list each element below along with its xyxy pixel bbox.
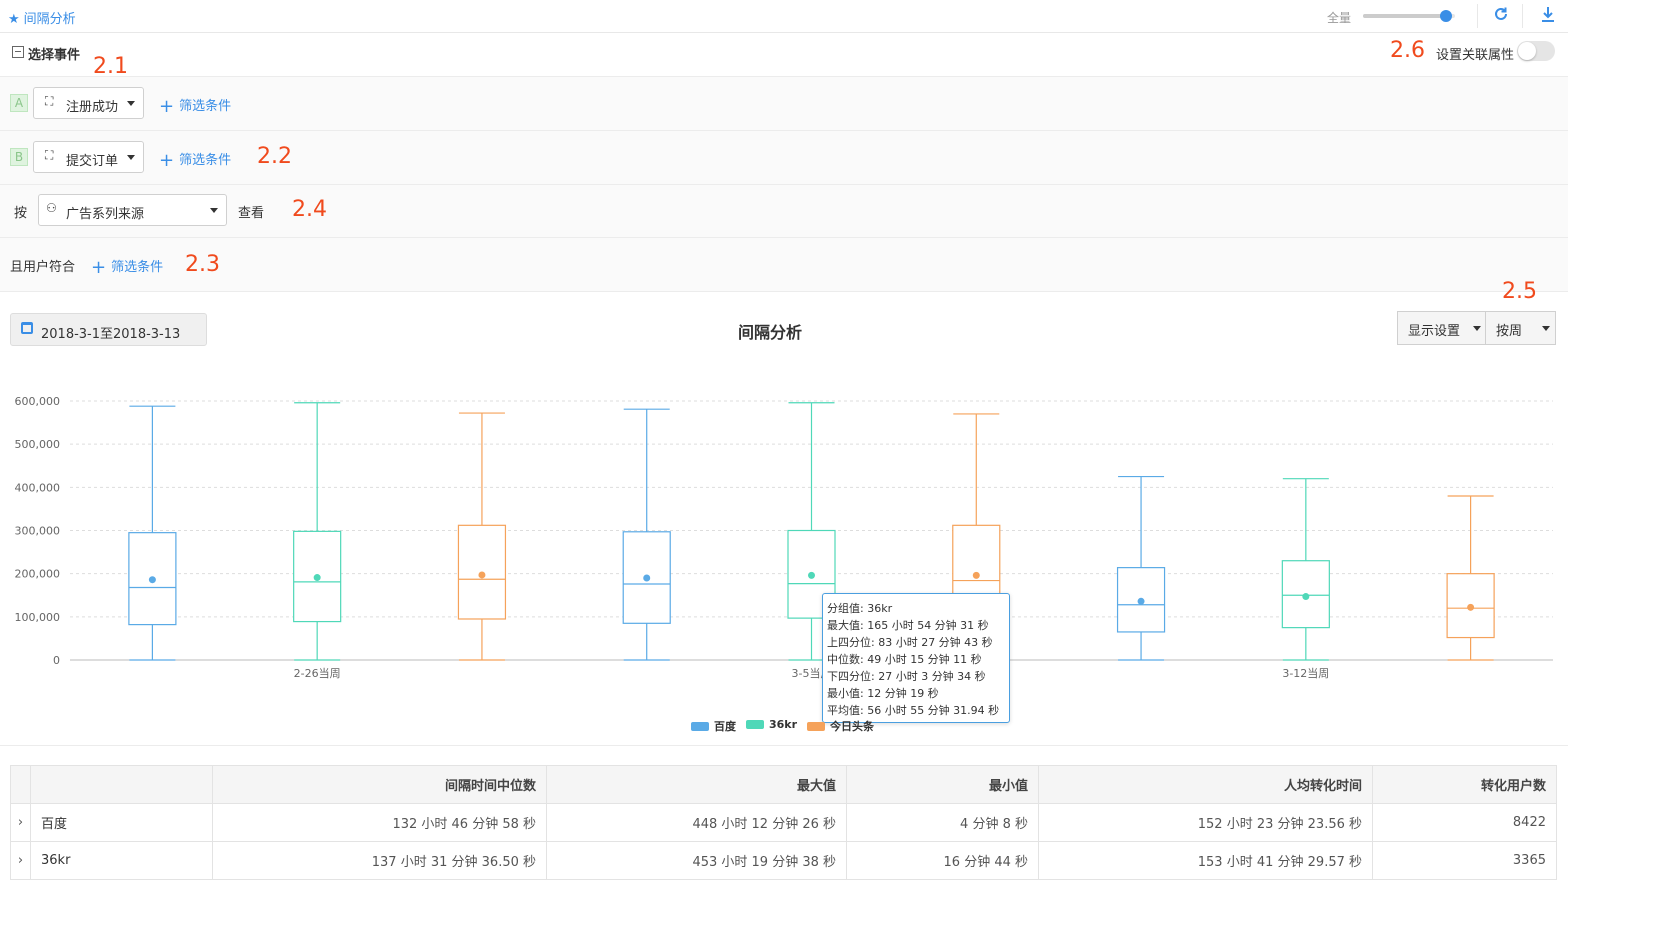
tooltip-line: 上四分位: 83 小时 27 分钟 43 秒 (827, 636, 993, 649)
legend-item-36kr[interactable]: 36kr (746, 718, 797, 731)
box-mean-point (643, 574, 651, 582)
table-header-avg[interactable]: 人均转化时间 (1038, 765, 1373, 804)
y-tick-label: 400,000 (15, 481, 61, 494)
tooltip-line: 下四分位: 27 小时 3 分钟 34 秒 (827, 670, 986, 683)
box-mean-point (478, 571, 486, 579)
legend-swatch (746, 720, 764, 729)
table-cell-max: 448 小时 12 分钟 26 秒 (546, 803, 847, 842)
y-tick-label: 300,000 (15, 525, 61, 538)
box-mean-point (313, 574, 321, 582)
table-header-expand (10, 765, 31, 804)
legend-item-baidu[interactable]: 百度 (691, 718, 736, 734)
legend-item-toutiao[interactable]: 今日头条 (807, 718, 874, 734)
y-tick-label: 200,000 (15, 568, 61, 581)
table-cell-min: 4 分钟 8 秒 (846, 803, 1039, 842)
chart-tooltip: 分组值: 36kr 最大值: 165 小时 54 分钟 31 秒上四分位: 83 … (822, 593, 1010, 723)
table-cell-min: 16 分钟 44 秒 (846, 841, 1039, 880)
table-cell-users: 3365 (1372, 841, 1557, 880)
table-cell-name: 百度 (30, 803, 213, 842)
table-row[interactable]: › 百度 132 小时 46 分钟 58 秒 448 小时 12 分钟 26 秒… (10, 803, 1557, 842)
tooltip-line: 最小值: 12 分钟 19 秒 (827, 687, 939, 700)
box-mean-point (972, 571, 980, 579)
table-cell-median: 132 小时 46 分钟 58 秒 (212, 803, 547, 842)
x-tick-label: 2-26当周 (294, 666, 341, 680)
tooltip-line: 平均值: 56 小时 55 分钟 31.94 秒 (827, 704, 1000, 717)
expand-icon[interactable]: › (10, 841, 31, 880)
table-header-users[interactable]: 转化用户数 (1372, 765, 1557, 804)
y-tick-label: 600,000 (15, 395, 61, 408)
y-tick-label: 100,000 (15, 611, 61, 624)
table-cell-name: 36kr (30, 841, 213, 880)
box-mean-point (1467, 603, 1475, 611)
table-header-name (30, 765, 213, 804)
box-mean-point (808, 571, 815, 579)
table-cell-median: 137 小时 31 分钟 36.50 秒 (212, 841, 547, 880)
table-header-max[interactable]: 最大值 (546, 765, 847, 804)
box-mean-point (1302, 593, 1310, 601)
tooltip-line: 中位数: 49 小时 15 分钟 11 秒 (827, 653, 982, 666)
x-tick-label: 3-12当周 (1282, 666, 1329, 680)
boxplot-chart: 0 100,000 200,000 300,000 400,000 500,000 600,… (15, 395, 1553, 680)
box-mean-point (1137, 597, 1145, 605)
y-tick-label: 500,000 (15, 438, 61, 451)
tooltip-line: 最大值: 165 小时 54 分钟 31 秒 (827, 619, 989, 632)
table-cell-avg: 153 小时 41 分钟 29.57 秒 (1038, 841, 1373, 880)
tooltip-line: 分组值: 36kr (827, 602, 893, 615)
table-header-min[interactable]: 最小值 (846, 765, 1039, 804)
legend-swatch (807, 722, 825, 731)
table-header-row: 间隔时间中位数 最大值 最小值 人均转化时间 转化用户数 (10, 765, 1557, 804)
table-cell-users: 8422 (1372, 803, 1557, 842)
table-row[interactable]: › 36kr 137 小时 31 分钟 36.50 秒 453 小时 19 分钟… (10, 841, 1557, 880)
expand-icon[interactable]: › (10, 803, 31, 842)
table-header-median[interactable]: 间隔时间中位数 (212, 765, 547, 804)
data-table: 间隔时间中位数 最大值 最小值 人均转化时间 转化用户数 › 百度 132 小时… (10, 765, 1557, 880)
table-cell-max: 453 小时 19 分钟 38 秒 (546, 841, 847, 880)
y-tick-label: 0 (53, 654, 60, 667)
box-mean-point (148, 576, 156, 584)
table-cell-avg: 152 小时 23 分钟 23.56 秒 (1038, 803, 1373, 842)
section-divider (0, 745, 1568, 746)
legend-swatch (691, 722, 709, 731)
